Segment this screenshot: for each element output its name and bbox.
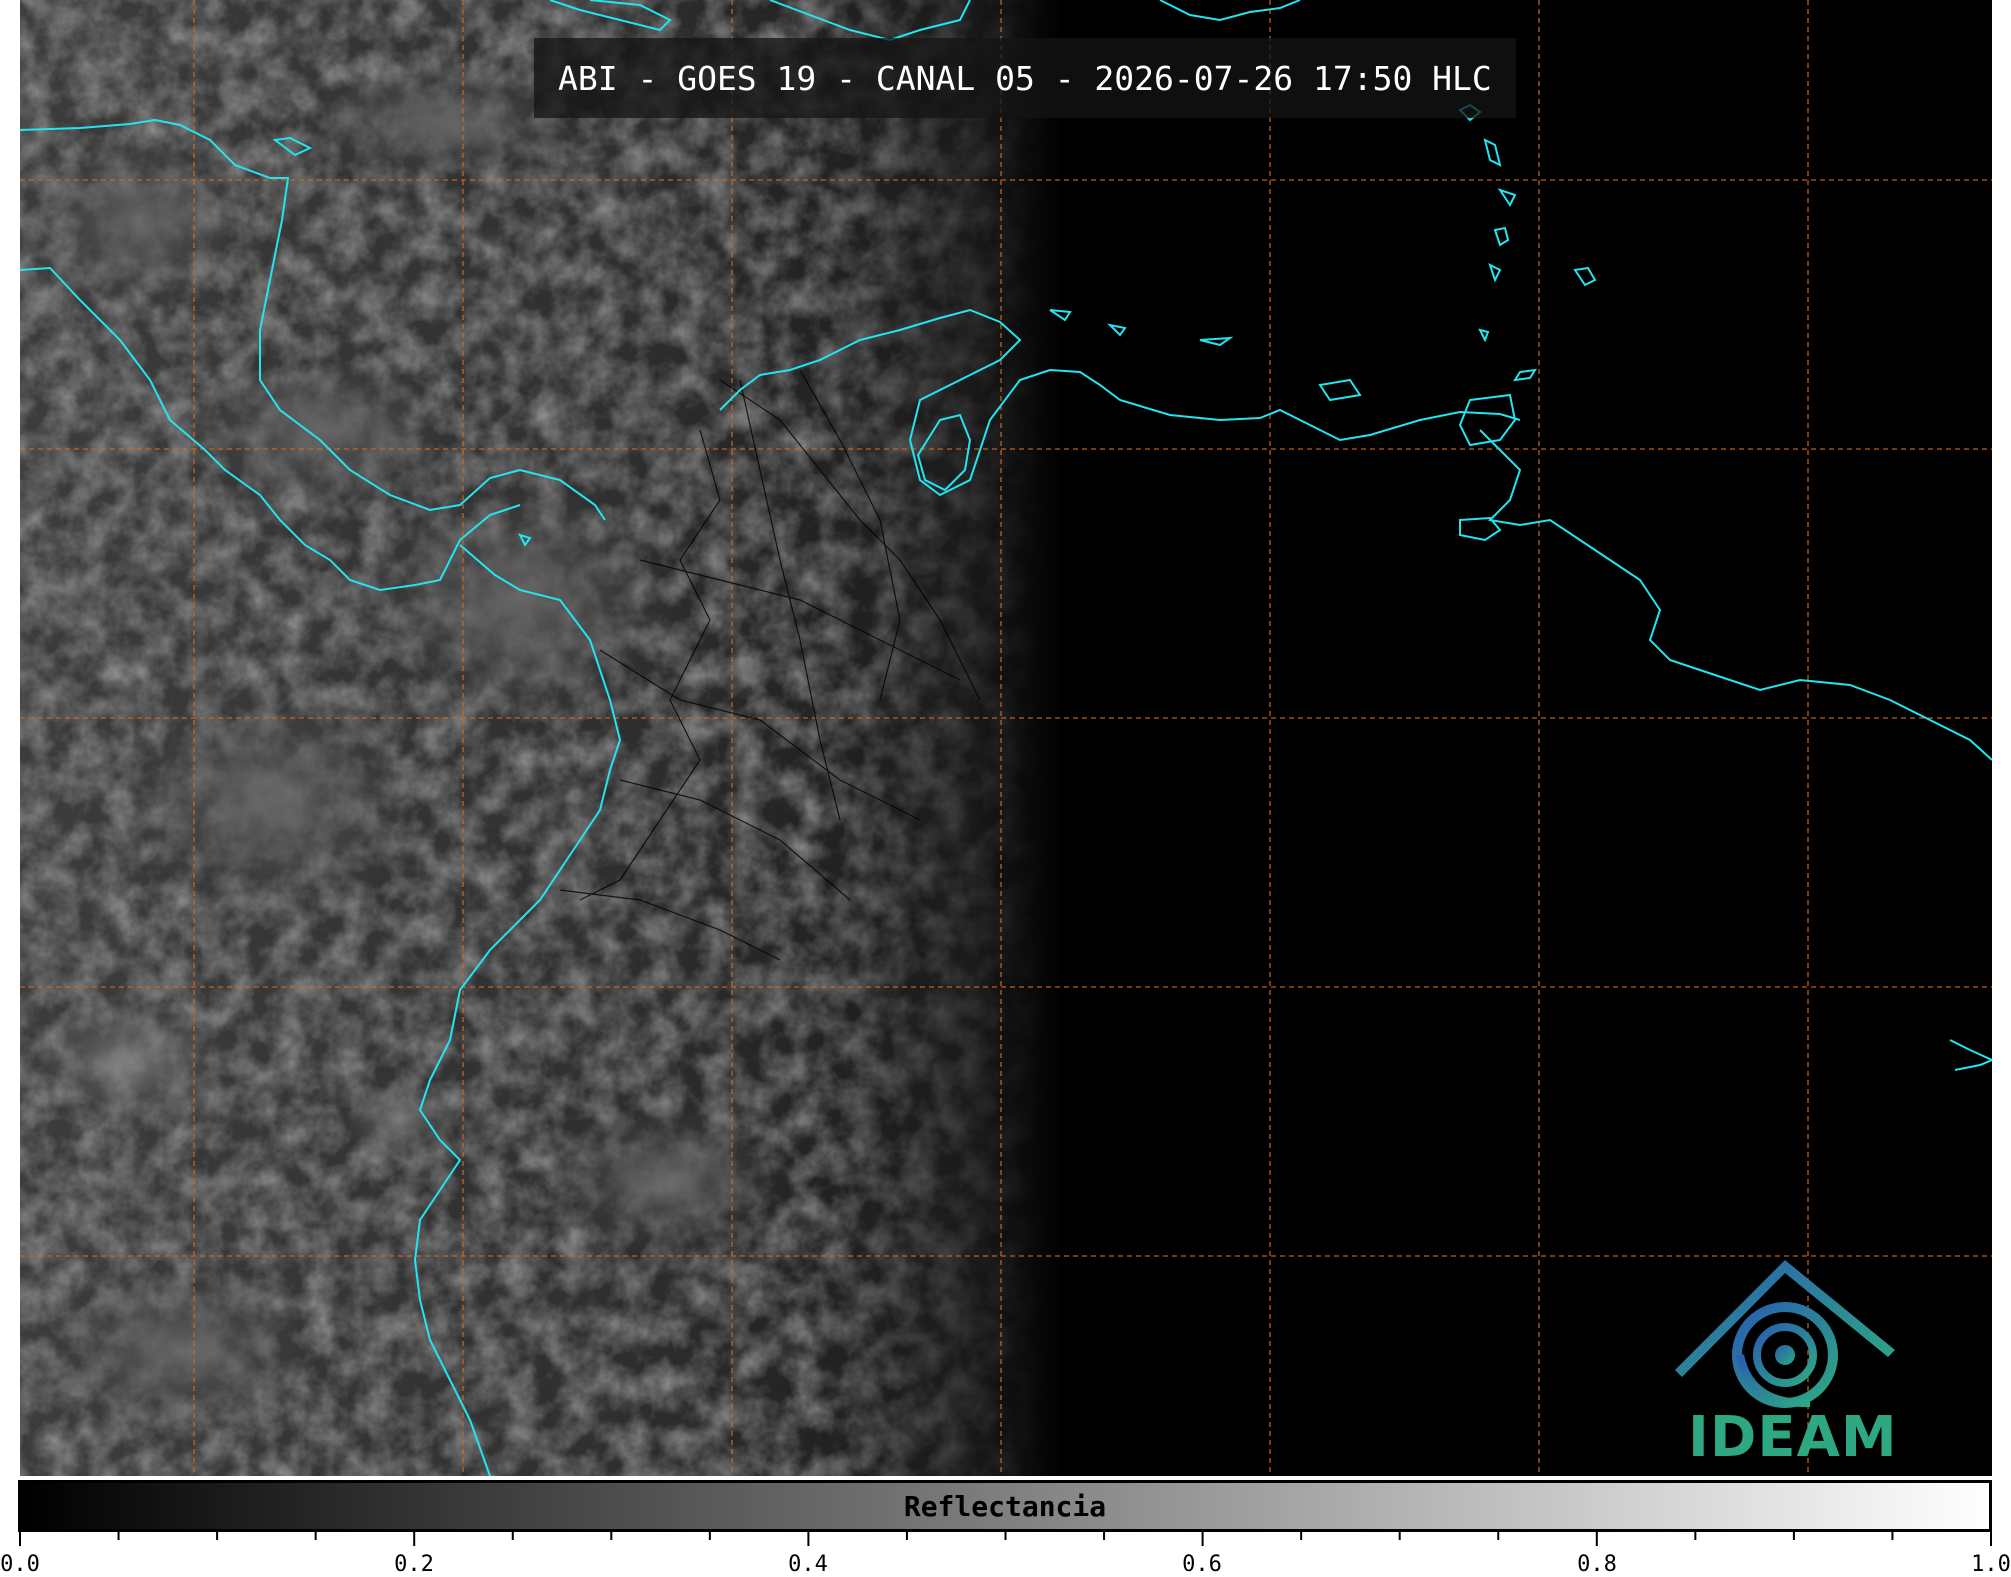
tick-label: 0.2 xyxy=(394,1552,434,1577)
tick-label: 0.6 xyxy=(1182,1552,1222,1577)
tick-label: 0.8 xyxy=(1577,1552,1617,1577)
tick-label: 0.0 xyxy=(0,1552,40,1577)
colorbar: Reflectancia xyxy=(18,1480,1992,1532)
tick-label: 0.4 xyxy=(788,1552,828,1577)
ideam-logo-icon xyxy=(1675,1260,1895,1408)
colorbar-label: Reflectancia xyxy=(903,1489,1107,1523)
map-title: ABI - GOES 19 - CANAL 05 - 2026-07-26 17… xyxy=(558,58,1492,98)
tick-label: 1.0 xyxy=(1971,1552,2011,1577)
logo-text: IDEAM xyxy=(1688,1405,1898,1470)
title-banner: ABI - GOES 19 - CANAL 05 - 2026-07-26 17… xyxy=(534,38,1516,118)
colorbar-tick-labels: 0.0 0.2 0.4 0.6 0.8 1.0 xyxy=(0,1532,2011,1577)
satellite-map[interactable]: ABI - GOES 19 - CANAL 05 - 2026-07-26 17… xyxy=(20,0,1992,1476)
